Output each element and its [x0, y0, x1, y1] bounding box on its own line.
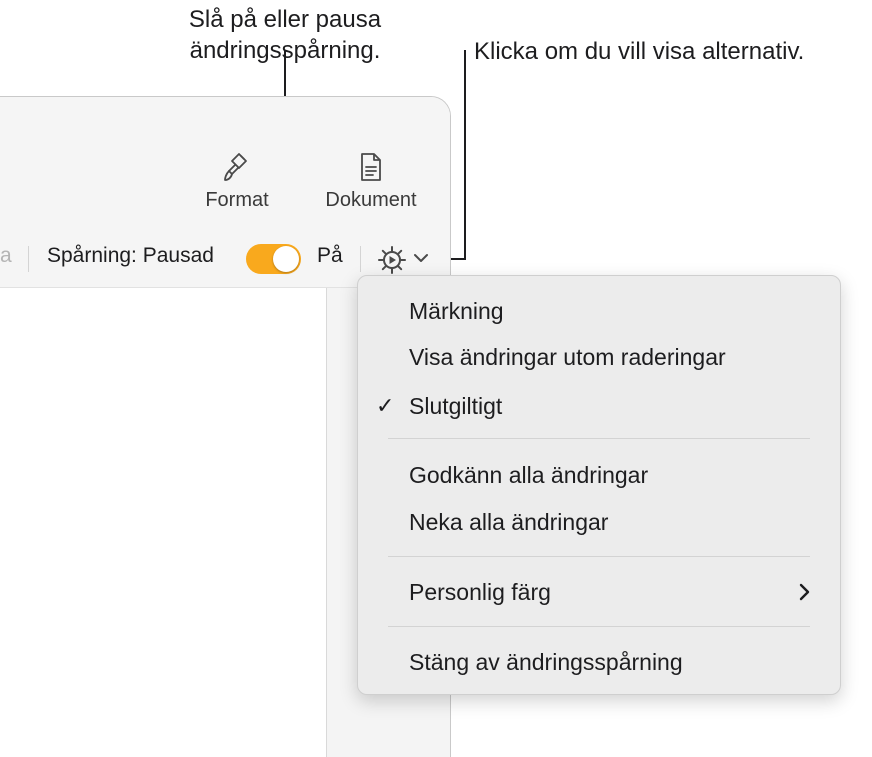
menu-item-personlig-farg[interactable]: Personlig färg — [358, 570, 840, 614]
callout-toggle-line1: Slå på eller pausa — [188, 6, 382, 33]
paintbrush-icon — [224, 153, 247, 181]
tracking-toggle[interactable] — [246, 244, 301, 274]
tracking-separator-left — [28, 246, 29, 272]
format-button[interactable]: Format — [194, 151, 280, 212]
menu-item-label: Märkning — [409, 298, 504, 324]
gear-icon[interactable] — [377, 245, 407, 275]
truncated-toolbar-text: a — [0, 244, 12, 267]
format-label: Format — [205, 189, 269, 211]
menu-item-stang-av[interactable]: Stäng av ändringsspårning — [358, 640, 840, 684]
menu-separator — [388, 438, 810, 439]
document-icon — [361, 153, 381, 181]
callout-options-leader-vertical — [464, 50, 466, 260]
tracking-status-label: Spårning: Pausad — [47, 244, 214, 267]
menu-item-label: Neka alla ändringar — [409, 509, 609, 535]
menu-separator — [388, 626, 810, 627]
menu-item-neka-alla[interactable]: Neka alla ändringar — [358, 500, 840, 544]
menu-item-markning[interactable]: Märkning — [358, 289, 840, 333]
tracking-options-menu: Märkning Visa ändringar utom raderingar … — [357, 275, 841, 695]
menu-item-visa-andringar[interactable]: Visa ändringar utom raderingar — [358, 335, 840, 379]
chevron-right-icon — [799, 583, 810, 601]
callout-options: Klicka om du vill visa alternativ. — [474, 38, 805, 65]
tracking-on-label: På — [317, 244, 343, 267]
menu-item-godkann-alla[interactable]: Godkänn alla ändringar — [358, 453, 840, 497]
menu-separator — [388, 556, 810, 557]
checkmark-icon: ✓ — [376, 393, 395, 418]
menu-item-slutgiltigt[interactable]: ✓ Slutgiltigt — [358, 384, 840, 428]
dokument-label: Dokument — [325, 189, 417, 211]
menu-item-label: Visa ändringar utom raderingar — [409, 344, 726, 370]
menu-item-label: Godkänn alla ändringar — [409, 462, 649, 488]
toolbar: Format Dokument — [0, 97, 450, 231]
menu-item-label: Slutgiltigt — [409, 393, 503, 419]
tracking-toggle-knob — [273, 246, 299, 272]
menu-item-label: Personlig färg — [409, 579, 551, 605]
menu-item-label: Stäng av ändringsspårning — [409, 649, 683, 675]
chevron-down-icon[interactable] — [412, 251, 430, 265]
dokument-button[interactable]: Dokument — [310, 151, 432, 212]
tracking-separator-right — [360, 246, 361, 272]
